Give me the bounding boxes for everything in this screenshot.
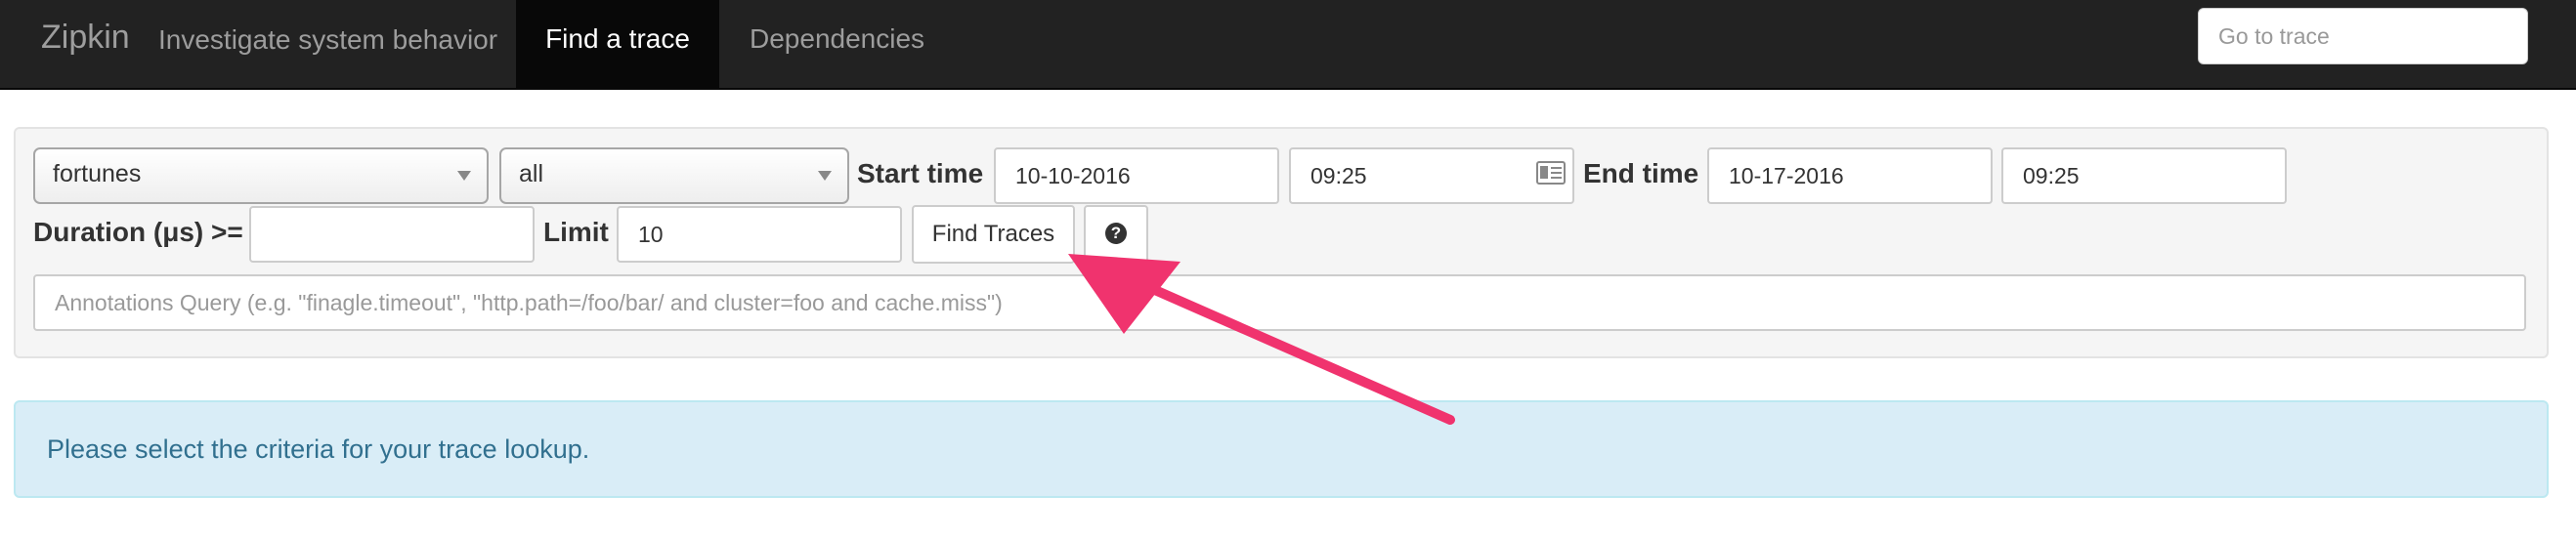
span-name-select[interactable]: all <box>499 147 849 204</box>
info-alert: Please select the criteria for your trac… <box>14 400 2549 498</box>
end-date-input[interactable]: 10-17-2016 <box>1707 147 1993 204</box>
alert-message: Please select the criteria for your trac… <box>47 434 590 464</box>
brand-tagline: Investigate system behavior <box>158 24 498 55</box>
limit-label: Limit <box>543 217 609 247</box>
end-time-label: End time <box>1583 158 1699 188</box>
find-traces-button[interactable]: Find Traces <box>912 205 1075 264</box>
help-button[interactable]: ? <box>1084 205 1148 264</box>
start-date-input[interactable]: 10-10-2016 <box>994 147 1279 204</box>
duration-input[interactable] <box>249 206 535 263</box>
start-time-label: Start time <box>857 158 984 188</box>
calendar-icon[interactable] <box>1536 161 1566 185</box>
question-circle-icon: ? <box>1105 222 1127 244</box>
service-name-select[interactable]: fortunes <box>33 147 489 204</box>
limit-input[interactable]: 10 <box>617 206 902 263</box>
duration-label: Duration (μs) >= <box>33 217 243 247</box>
end-time-input[interactable]: 09:25 <box>2001 147 2287 204</box>
chevron-down-icon <box>818 171 832 181</box>
nav-dependencies[interactable]: Dependencies <box>750 0 924 88</box>
service-name-value: fortunes <box>53 160 142 187</box>
navbar: Zipkin Investigate system behavior Find … <box>0 0 2576 90</box>
brand-logo[interactable]: Zipkin <box>41 16 130 59</box>
span-name-value: all <box>519 160 544 187</box>
go-to-trace-input[interactable] <box>2198 8 2528 64</box>
nav-find-a-trace[interactable]: Find a trace <box>516 0 719 88</box>
chevron-down-icon <box>457 171 471 181</box>
annotations-query-input[interactable]: Annotations Query (e.g. "finagle.timeout… <box>33 274 2526 331</box>
start-time-input[interactable]: 09:25 <box>1289 147 1574 204</box>
